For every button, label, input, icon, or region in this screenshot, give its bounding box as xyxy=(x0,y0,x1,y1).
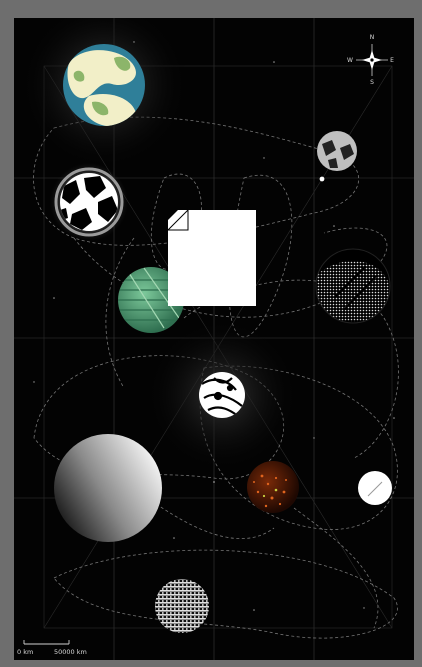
compass-north-label: N xyxy=(370,34,375,41)
scale-bar: 0 km 50000 km xyxy=(17,640,87,656)
star-system-map[interactable]: N S E W 0 km 50000 km xyxy=(14,18,414,660)
document-placeholder-icon[interactable] xyxy=(167,209,256,306)
striped-planet-icon[interactable] xyxy=(154,578,210,634)
scale-start-label: 0 km xyxy=(17,648,33,656)
small-satellite-icon xyxy=(319,176,325,182)
cracked-rock-planet-icon[interactable] xyxy=(50,163,128,241)
molten-planet-icon[interactable] xyxy=(247,461,299,513)
central-swirl-planet-icon[interactable] xyxy=(199,372,245,418)
gradient-giant-planet-icon[interactable] xyxy=(54,434,162,542)
map-canvas: N S E W 0 km 50000 km xyxy=(14,18,414,660)
dotted-gas-planet-icon[interactable] xyxy=(314,248,391,324)
scale-end-label: 50000 km xyxy=(54,648,87,656)
compass-south-label: S xyxy=(370,79,374,86)
compass-east-label: E xyxy=(390,57,394,64)
small-white-moon-icon[interactable] xyxy=(358,471,392,505)
compass-rose: N S E W xyxy=(347,34,394,86)
small-grey-moon-icon[interactable] xyxy=(317,131,357,182)
compass-west-label: W xyxy=(347,57,353,64)
